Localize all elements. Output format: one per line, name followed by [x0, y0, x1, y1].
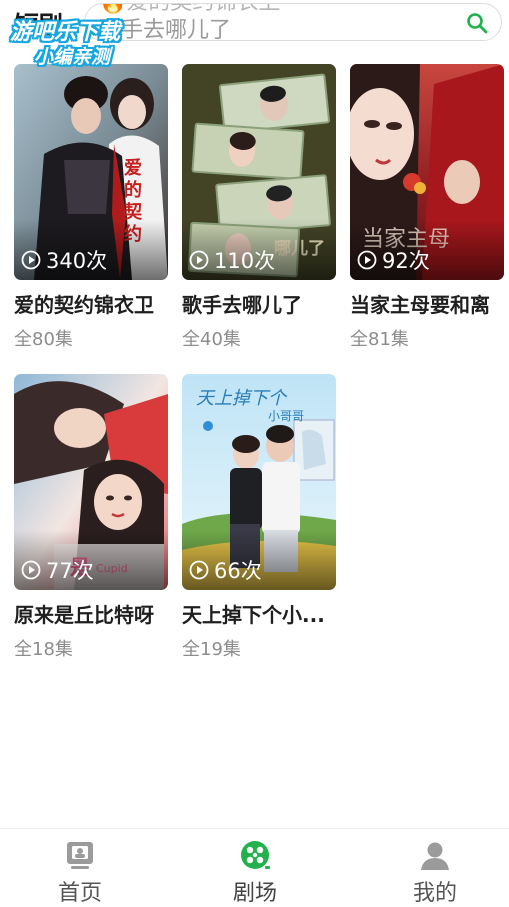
search-bar[interactable]: 🔥爱的契约锦衣卫 歌手去哪儿了: [84, 3, 502, 41]
profile-icon: [421, 842, 449, 870]
drama-poster[interactable]: 哪儿了 110次: [182, 64, 336, 280]
nav-item-home[interactable]: 首页: [30, 839, 130, 906]
drama-poster[interactable]: 天上掉下个 小哥哥 66次: [182, 374, 336, 590]
view-count-text: 77次: [46, 559, 94, 583]
view-count: 340次: [21, 247, 107, 273]
svg-text:天上掉下个: 天上掉下个: [196, 388, 288, 409]
drama-poster[interactable]: 是 Cupid 77次: [14, 374, 168, 590]
search-suggestion: 🔥爱的契约锦衣卫: [99, 4, 459, 17]
drama-title[interactable]: 当家主母要和离: [350, 289, 509, 318]
drama-title[interactable]: 原来是丘比特呀: [14, 599, 174, 628]
play-icon: [21, 250, 41, 270]
nav-label-theater: 剧场: [232, 881, 277, 906]
play-icon: [357, 250, 377, 270]
episode-count: 全19集: [182, 639, 241, 660]
episode-count: 全18集: [14, 639, 73, 660]
svg-text:爱: 爱: [124, 158, 142, 179]
drama-card[interactable]: 爱 的 契 约 340次 爱的契约锦衣卫 全80集: [14, 64, 168, 351]
home-icon: [67, 842, 93, 869]
view-count: 66次: [189, 557, 262, 583]
app-root: 短剧 🔥爱的契约锦衣卫 歌手去哪儿了: [0, 0, 509, 907]
search-suggestion-rotator: 🔥爱的契约锦衣卫 歌手去哪儿了: [99, 4, 459, 41]
top-bar: 短剧 🔥爱的契约锦衣卫 歌手去哪儿了: [0, 0, 509, 50]
episode-count: 全81集: [350, 329, 409, 350]
drama-card[interactable]: 天上掉下个 小哥哥 66次 天上掉下个小... 全19集: [182, 374, 336, 661]
view-count: 110次: [189, 247, 275, 273]
view-count: 92次: [357, 247, 430, 273]
drama-card[interactable]: 当家主母 92次 当家主母要和离 全81集: [350, 64, 504, 351]
nav-item-theater[interactable]: 剧场: [205, 839, 305, 906]
episode-count: 全80集: [14, 329, 73, 350]
search-icon[interactable]: [465, 11, 489, 35]
drama-title[interactable]: 爱的契约锦衣卫: [14, 289, 174, 318]
nav-label-home: 首页: [57, 881, 102, 906]
nav-label-profile: 我的: [412, 881, 457, 906]
drama-poster[interactable]: 当家主母 92次: [350, 64, 504, 280]
app-logo: 短剧: [14, 11, 63, 40]
view-count-text: 110次: [214, 249, 276, 273]
drama-card[interactable]: 是 Cupid 77次 原来是丘比特呀 全18集: [14, 374, 168, 661]
play-icon: [189, 250, 209, 270]
play-icon: [21, 560, 41, 580]
play-icon: [189, 560, 209, 580]
drama-title[interactable]: 天上掉下个小...: [182, 599, 342, 628]
theater-icon: [241, 841, 270, 869]
episode-count: 全40集: [182, 329, 241, 350]
view-count-text: 92次: [382, 249, 430, 273]
view-count-text: 66次: [214, 559, 262, 583]
drama-title[interactable]: 歌手去哪儿了: [182, 289, 342, 318]
svg-text:的: 的: [124, 179, 142, 201]
svg-text:小哥哥: 小哥哥: [268, 409, 304, 423]
view-count: 77次: [21, 557, 94, 583]
bottom-nav: 首页 剧场 我的: [0, 828, 509, 907]
view-count-text: 340次: [46, 249, 108, 273]
drama-poster[interactable]: 爱 的 契 约 340次: [14, 64, 168, 280]
drama-card[interactable]: 哪儿了 110次 歌手去哪儿了 全40集: [182, 64, 336, 351]
search-suggestion: 歌手去哪儿了: [99, 18, 232, 41]
nav-item-profile[interactable]: 我的: [385, 839, 485, 906]
